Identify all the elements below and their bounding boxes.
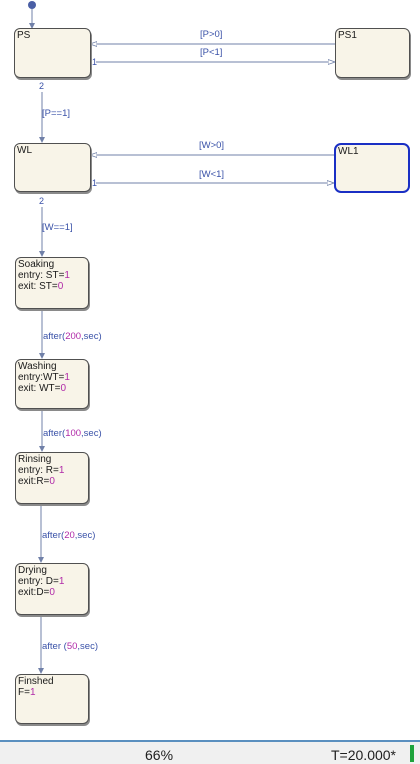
priority-wl-to-soaking: 2 xyxy=(39,196,45,206)
state-exit-action: exit: WT=0 xyxy=(18,383,67,394)
label-washing-to-rinsing[interactable]: after(100,sec) xyxy=(43,429,102,439)
simulation-progress-indicator xyxy=(410,745,414,762)
priority-ps-to-ps1: 1 xyxy=(92,57,98,67)
state-name: Soaking xyxy=(18,259,55,270)
state-ps1[interactable]: PS1 xyxy=(335,28,410,78)
state-washing[interactable]: Washing entry:WT=1 exit: WT=0 xyxy=(15,359,89,409)
simulation-time: T=20.000* xyxy=(331,747,396,763)
label-wl-to-wl1[interactable]: [W>0] xyxy=(199,141,224,151)
state-drying[interactable]: Drying entry: D=1 exit:D=0 xyxy=(15,563,89,615)
state-entry-action: entry:WT=1 xyxy=(18,372,70,383)
state-name: PS1 xyxy=(338,30,357,41)
state-name: Finshed xyxy=(18,676,54,687)
label-ps-to-ps1[interactable]: [P>0] xyxy=(200,30,222,40)
state-name: WL1 xyxy=(338,146,359,157)
label-ps-to-wl[interactable]: [P==1] xyxy=(42,109,70,119)
state-name: WL xyxy=(17,145,32,156)
state-entry-action: F=1 xyxy=(18,687,36,698)
priority-wl-to-wl1: 1 xyxy=(92,178,98,188)
state-entry-action: entry: R=1 xyxy=(18,465,65,476)
state-exit-action: exit:D=0 xyxy=(18,587,55,598)
label-soaking-to-washing[interactable]: after(200,sec) xyxy=(43,332,102,342)
state-entry-action: entry: D=1 xyxy=(18,576,65,587)
status-bar: 66% T=20.000* xyxy=(0,740,420,764)
state-exit-action: exit:R=0 xyxy=(18,476,55,487)
zoom-level[interactable]: 66% xyxy=(145,747,173,763)
default-transition-dot[interactable] xyxy=(28,1,36,9)
state-name: Drying xyxy=(18,565,47,576)
label-wl1-to-wl[interactable]: [W<1] xyxy=(199,170,224,180)
state-rinsing[interactable]: Rinsing entry: R=1 exit:R=0 xyxy=(15,452,89,504)
state-ps[interactable]: PS xyxy=(14,28,91,78)
chart-canvas[interactable]: PS PS1 WL WL1 Soaking entry: ST=1 exit: … xyxy=(0,0,420,740)
state-name: Rinsing xyxy=(18,454,52,465)
state-entry-action: entry: ST=1 xyxy=(18,270,70,281)
state-soaking[interactable]: Soaking entry: ST=1 exit: ST=0 xyxy=(15,257,89,309)
state-name: Washing xyxy=(18,361,57,372)
state-exit-action: exit: ST=0 xyxy=(18,281,64,292)
priority-ps-to-wl: 2 xyxy=(39,81,45,91)
state-name: PS xyxy=(17,30,31,41)
label-wl-to-soaking[interactable]: [W==1] xyxy=(42,223,73,233)
state-wl[interactable]: WL xyxy=(14,143,91,192)
label-ps1-to-ps[interactable]: [P<1] xyxy=(200,48,222,58)
state-finished[interactable]: Finshed F=1 xyxy=(15,674,89,724)
state-wl1[interactable]: WL1 xyxy=(334,143,410,193)
label-drying-to-finished[interactable]: after (50,sec) xyxy=(42,642,98,652)
label-rinsing-to-drying[interactable]: after(20,sec) xyxy=(42,531,95,541)
